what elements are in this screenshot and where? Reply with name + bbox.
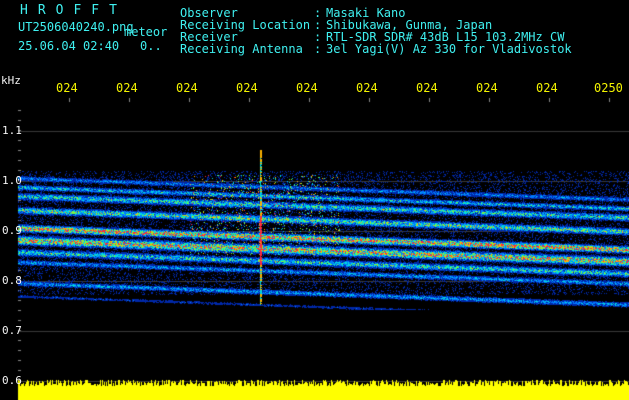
x-tick-label: 024 [536, 81, 558, 95]
meteor-count: 0.. [140, 39, 162, 53]
antenna-colon: : [314, 42, 322, 56]
datetime: 25.06.04 02:40 [18, 39, 120, 53]
y-tick-label: 0.8 [2, 274, 22, 287]
x-tick-label: 024 [176, 81, 198, 95]
x-tick-label: 024 [56, 81, 78, 95]
x-tick-label: 0250 [594, 81, 623, 95]
y-tick-label: 1.1 [2, 124, 22, 137]
y-tick-label: 1.0 [2, 174, 22, 187]
antenna-label: Receiving Antenna [180, 42, 303, 56]
y-tick-label: 0.9 [2, 224, 22, 237]
spectrogram-plot [0, 0, 629, 400]
x-tick-label: 024 [236, 81, 258, 95]
y-tick-label: 0.7 [2, 324, 22, 337]
y-tick-label: 0.6 [2, 374, 22, 387]
antenna-value: 3el Yagi(V) Az 330 for Vladivostok [326, 42, 572, 56]
x-tick-label: 024 [476, 81, 498, 95]
filename: UT2506040240.png [18, 20, 134, 34]
y-axis-unit: kHz [1, 74, 21, 87]
x-tick-label: 024 [356, 81, 378, 95]
x-tick-label: 024 [416, 81, 438, 95]
app-logo: HROFFT [20, 3, 127, 18]
x-tick-label: 024 [296, 81, 318, 95]
meteor-label: meteor [124, 25, 168, 39]
x-tick-label: 024 [116, 81, 138, 95]
